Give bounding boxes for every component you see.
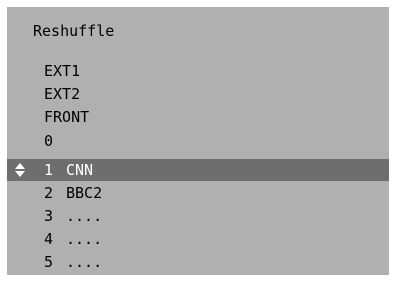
reshuffle-menu-panel: Reshuffle EXT1 EXT2 FRONT 0 1 CNN 2 BBC2…: [7, 7, 389, 275]
source-item-ext1[interactable]: EXT1: [44, 62, 80, 80]
channel-name: ....: [66, 253, 103, 271]
up-down-arrows-icon: [15, 163, 25, 177]
menu-title: Reshuffle: [33, 22, 115, 40]
channel-row[interactable]: 5 ....: [7, 251, 389, 273]
channel-row-selected[interactable]: 1 CNN: [7, 159, 389, 181]
channel-name: CNN: [66, 161, 94, 179]
channel-number: 5: [44, 253, 54, 271]
source-item-ext2[interactable]: EXT2: [44, 85, 80, 103]
channel-number: 1: [44, 161, 54, 179]
channel-row[interactable]: 3 ....: [7, 205, 389, 227]
channel-number: 4: [44, 230, 54, 248]
channel-name: BBC2: [66, 184, 103, 202]
channel-name: ....: [66, 207, 103, 225]
channel-name: ....: [66, 230, 103, 248]
channel-row[interactable]: 4 ....: [7, 228, 389, 250]
source-item-front[interactable]: FRONT: [44, 108, 89, 126]
source-item-0[interactable]: 0: [44, 132, 53, 150]
channel-row[interactable]: 2 BBC2: [7, 182, 389, 204]
channel-number: 3: [44, 207, 54, 225]
channel-number: 2: [44, 184, 54, 202]
